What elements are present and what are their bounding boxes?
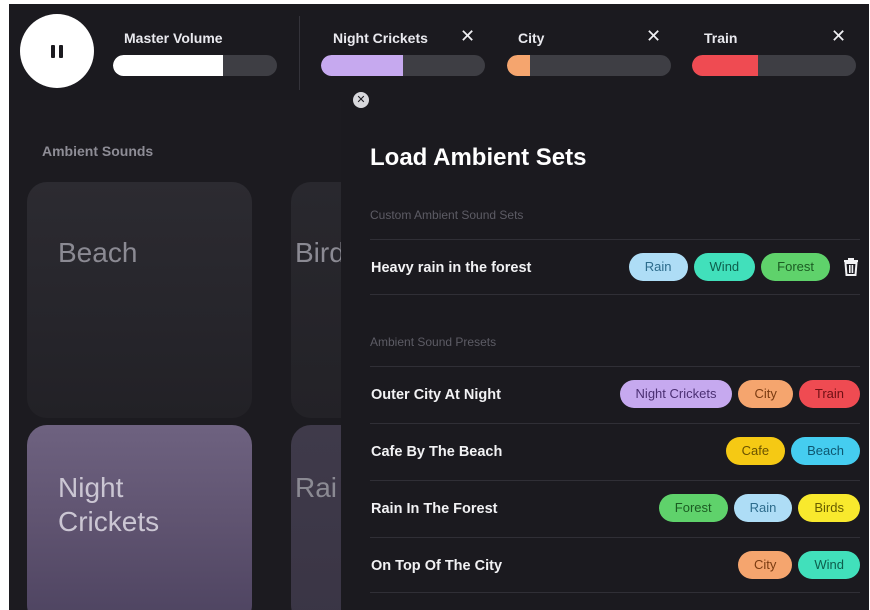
custom-sets-label: Custom Ambient Sound Sets	[370, 208, 524, 222]
set-row-heavy-rain-in-the-forest[interactable]: Heavy rain in the forest Rain Wind Forest	[370, 239, 860, 295]
sound-card-beach[interactable]: Beach	[27, 182, 252, 418]
pause-icon	[51, 44, 63, 58]
set-tags: Forest Rain Birds	[658, 494, 860, 522]
volume-fill-city	[507, 55, 530, 76]
card-title-birds: Bird	[295, 237, 345, 268]
close-icon[interactable]: ✕	[831, 26, 846, 46]
tag-night-crickets: Night Crickets	[619, 380, 733, 408]
close-icon[interactable]: ✕	[646, 26, 661, 46]
tag-train: Train	[798, 380, 860, 408]
volume-slider-train[interactable]	[692, 55, 856, 76]
tag-wind: Wind	[693, 253, 756, 281]
presets-label: Ambient Sound Presets	[370, 335, 497, 349]
master-volume-slider[interactable]	[113, 55, 277, 76]
app-window: Ambient Sounds Beach Bird Night Crickets…	[9, 4, 869, 610]
set-name: Outer City At Night	[371, 387, 501, 403]
pause-button[interactable]	[20, 14, 94, 88]
close-icon[interactable]: ✕	[460, 26, 475, 46]
card-title-night-crickets: Night Crickets	[58, 472, 160, 537]
top-divider	[299, 16, 300, 90]
set-row-cafe-by-the-beach[interactable]: Cafe By The Beach Cafe Beach	[370, 423, 860, 479]
tag-city: City	[738, 380, 793, 408]
mixer-label-train: Train	[704, 30, 738, 46]
set-name: On Top Of The City	[371, 558, 503, 574]
panel-close-button[interactable]: ✕	[353, 92, 369, 108]
tag-wind: Wind	[798, 551, 860, 579]
set-tags: Cafe Beach	[725, 437, 860, 465]
set-name: Heavy rain in the forest	[371, 260, 532, 276]
set-row-on-top-of-the-city[interactable]: On Top Of The City City Wind	[370, 537, 860, 593]
card-title-beach: Beach	[58, 237, 138, 268]
tag-forest: Forest	[658, 494, 728, 522]
tag-birds: Birds	[798, 494, 860, 522]
tag-rain: Rain	[733, 494, 793, 522]
trash-icon[interactable]	[842, 257, 860, 277]
set-row-outer-city-at-night[interactable]: Outer City At Night Night Crickets City Tra…	[370, 366, 860, 422]
card-title-rain: Rai	[295, 472, 338, 503]
set-tags: City Wind	[737, 551, 860, 579]
tag-beach: Beach	[791, 437, 860, 465]
set-tags: Night Crickets City Train	[619, 380, 860, 408]
master-volume-label: Master Volume	[124, 30, 223, 46]
mixer-label-city: City	[518, 30, 545, 46]
set-name: Cafe By The Beach	[371, 444, 503, 460]
tag-forest: Forest	[761, 253, 830, 281]
panel-title: Load Ambient Sets	[370, 144, 587, 171]
set-name: Rain In The Forest	[371, 501, 498, 517]
ambient-sounds-heading: Ambient Sounds	[42, 143, 154, 159]
master-volume-fill	[113, 55, 223, 76]
top-bar: Master Volume Night Crickets ✕ City ✕ Tr…	[9, 4, 869, 100]
tag-cafe: Cafe	[725, 437, 786, 465]
volume-fill-night-crickets	[321, 55, 403, 76]
volume-fill-train	[692, 55, 758, 76]
set-tags: Rain Wind Forest	[628, 253, 860, 281]
mixer-label-night-crickets: Night Crickets	[333, 30, 428, 46]
tag-rain: Rain	[628, 253, 688, 281]
tag-city: City	[737, 551, 793, 579]
volume-slider-night-crickets[interactable]	[321, 55, 485, 76]
volume-slider-city[interactable]	[507, 55, 671, 76]
sound-card-night-crickets[interactable]: Night Crickets	[27, 425, 252, 610]
set-row-rain-in-the-forest[interactable]: Rain In The Forest Forest Rain Birds	[370, 480, 860, 536]
